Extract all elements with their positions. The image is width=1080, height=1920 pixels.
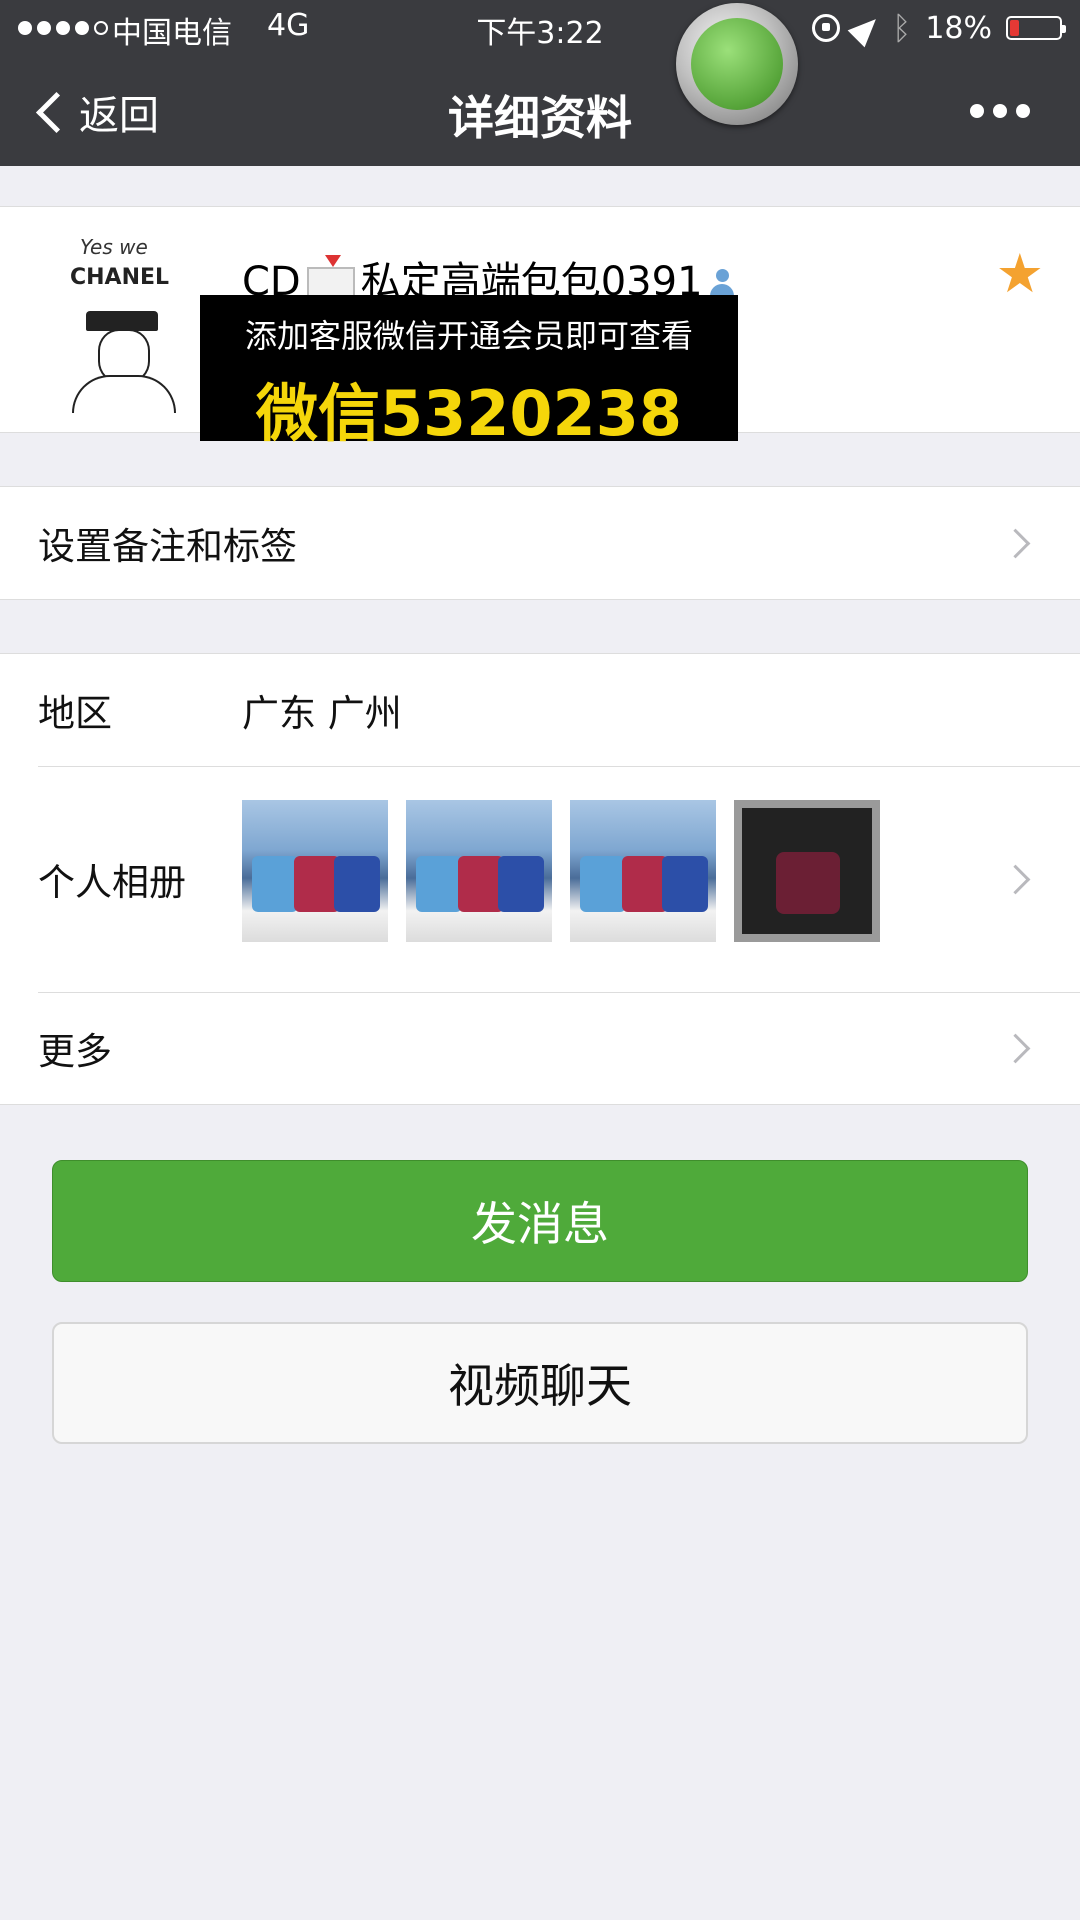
video-call-button[interactable]: 视频聊天 xyxy=(52,1322,1028,1444)
chevron-right-icon xyxy=(1000,864,1031,894)
region-value: 广东 广州 xyxy=(242,692,402,735)
more-label: 更多 xyxy=(38,1030,112,1073)
more-cell[interactable]: 更多 xyxy=(0,992,1080,1104)
ad-overlay: 添加客服微信开通会员即可查看 微信5320238 xyxy=(200,295,738,450)
avatar-text-brand: CHANEL xyxy=(70,265,170,290)
location-arrow-icon xyxy=(847,10,885,48)
album-photo[interactable] xyxy=(406,800,552,942)
remark-group: 设置备注和标签 xyxy=(0,486,1080,600)
star-icon[interactable]: ★ xyxy=(996,247,1044,301)
remark-and-tags-cell[interactable]: 设置备注和标签 xyxy=(0,487,1080,599)
helm-wheel-icon xyxy=(676,3,798,125)
battery-icon xyxy=(1006,16,1066,40)
bluetooth-icon: ᛒ xyxy=(892,9,912,47)
album-photo[interactable] xyxy=(242,800,388,942)
region-cell: 地区 广东 广州 xyxy=(0,654,1080,766)
album-cell[interactable]: 个人相册 xyxy=(0,766,1080,992)
region-label: 地区 xyxy=(38,692,112,735)
status-bar: 中国电信 4G 下午3:22 ᛒ 18% xyxy=(0,0,1080,56)
page-title: 详细资料 xyxy=(448,91,632,145)
battery-percent: 18% xyxy=(925,10,992,46)
album-label: 个人相册 xyxy=(38,861,186,904)
status-right: ᛒ 18% xyxy=(812,8,1066,48)
chevron-right-icon xyxy=(1000,528,1031,558)
remark-label: 设置备注和标签 xyxy=(38,525,297,568)
info-group: 地区 广东 广州 个人相册 更多 xyxy=(0,653,1080,1105)
avatar-text-top: Yes we xyxy=(80,235,148,259)
ad-line1: 添加客服微信开通会员即可查看 xyxy=(244,317,693,355)
top-bar: 中国电信 4G 下午3:22 ᛒ 18% 返回 详细资料 xyxy=(0,0,1080,166)
battery-fill xyxy=(1010,20,1019,36)
avatar[interactable]: Yes we CHANEL xyxy=(56,225,190,415)
more-options-button[interactable] xyxy=(970,104,1030,118)
album-thumbnails xyxy=(242,800,880,942)
album-photo[interactable] xyxy=(570,800,716,942)
rotation-lock-icon xyxy=(812,14,841,42)
send-message-button[interactable]: 发消息 xyxy=(52,1160,1028,1282)
ad-line2: 微信5320238 xyxy=(256,377,682,450)
album-photo[interactable] xyxy=(734,800,880,942)
chevron-right-icon xyxy=(1000,1033,1031,1063)
